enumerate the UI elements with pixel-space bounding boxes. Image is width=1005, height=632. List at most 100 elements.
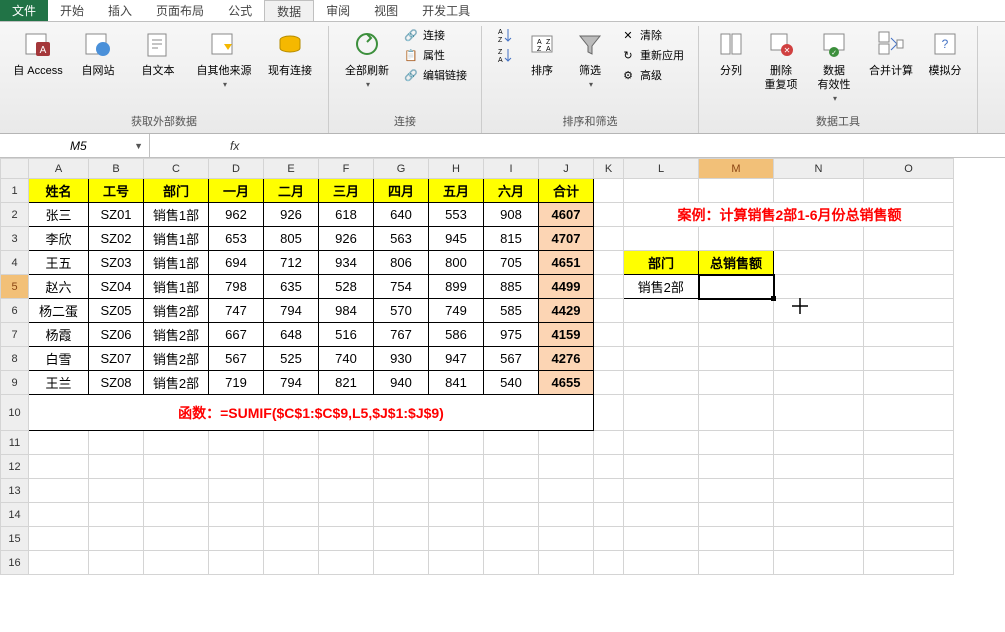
cell-E7[interactable]: 648 bbox=[264, 323, 319, 347]
cell-C11[interactable] bbox=[144, 431, 209, 455]
col-header-K[interactable]: K bbox=[594, 159, 624, 179]
formula-input[interactable] bbox=[247, 139, 1005, 153]
cell-L5[interactable]: 销售2部 bbox=[624, 275, 699, 299]
cell-A4[interactable]: 王五 bbox=[29, 251, 89, 275]
cell-F6[interactable]: 984 bbox=[319, 299, 374, 323]
cell-J16[interactable] bbox=[539, 551, 594, 575]
cell-G8[interactable]: 930 bbox=[374, 347, 429, 371]
cell-G16[interactable] bbox=[374, 551, 429, 575]
cell-N16[interactable] bbox=[774, 551, 864, 575]
cell-F1[interactable]: 三月 bbox=[319, 179, 374, 203]
cell-D12[interactable] bbox=[209, 455, 264, 479]
cell-I5[interactable]: 885 bbox=[484, 275, 539, 299]
cell-J2[interactable]: 4607 bbox=[539, 203, 594, 227]
cell-H5[interactable]: 899 bbox=[429, 275, 484, 299]
cell-O4[interactable] bbox=[864, 251, 954, 275]
cell-G12[interactable] bbox=[374, 455, 429, 479]
col-header-J[interactable]: J bbox=[539, 159, 594, 179]
cell-K4[interactable] bbox=[594, 251, 624, 275]
cell-O10[interactable] bbox=[864, 395, 954, 431]
cell-B4[interactable]: SZ03 bbox=[89, 251, 144, 275]
cell-K16[interactable] bbox=[594, 551, 624, 575]
cell-C12[interactable] bbox=[144, 455, 209, 479]
cell-A5[interactable]: 赵六 bbox=[29, 275, 89, 299]
cell-G1[interactable]: 四月 bbox=[374, 179, 429, 203]
cell-O1[interactable] bbox=[864, 179, 954, 203]
cell-J8[interactable]: 4276 bbox=[539, 347, 594, 371]
cell-M12[interactable] bbox=[699, 455, 774, 479]
cell-M13[interactable] bbox=[699, 479, 774, 503]
cell-G13[interactable] bbox=[374, 479, 429, 503]
cell-I11[interactable] bbox=[484, 431, 539, 455]
cell-E6[interactable]: 794 bbox=[264, 299, 319, 323]
cell-D2[interactable]: 962 bbox=[209, 203, 264, 227]
cell-F14[interactable] bbox=[319, 503, 374, 527]
advanced-filter-button[interactable]: ⚙高级 bbox=[616, 66, 688, 84]
cell-K12[interactable] bbox=[594, 455, 624, 479]
cell-D9[interactable]: 719 bbox=[209, 371, 264, 395]
tab-layout[interactable]: 页面布局 bbox=[144, 0, 216, 21]
cell-M5[interactable] bbox=[699, 275, 774, 299]
existing-conn-button[interactable]: 现有连接 bbox=[262, 26, 318, 80]
cell-N4[interactable] bbox=[774, 251, 864, 275]
from-access-button[interactable]: A 自 Access bbox=[10, 26, 66, 80]
cell-I2[interactable]: 908 bbox=[484, 203, 539, 227]
cell-O5[interactable] bbox=[864, 275, 954, 299]
cell-L10[interactable] bbox=[624, 395, 699, 431]
cell-H16[interactable] bbox=[429, 551, 484, 575]
cell-N15[interactable] bbox=[774, 527, 864, 551]
cell-L2[interactable]: 案例：计算销售2部1-6月份总销售额 bbox=[624, 203, 954, 227]
cell-I6[interactable]: 585 bbox=[484, 299, 539, 323]
cell-N11[interactable] bbox=[774, 431, 864, 455]
sort-asc-button[interactable]: AZ bbox=[492, 26, 516, 44]
cell-D14[interactable] bbox=[209, 503, 264, 527]
cell-B16[interactable] bbox=[89, 551, 144, 575]
cell-J6[interactable]: 4429 bbox=[539, 299, 594, 323]
cell-A14[interactable] bbox=[29, 503, 89, 527]
cell-B12[interactable] bbox=[89, 455, 144, 479]
cell-I16[interactable] bbox=[484, 551, 539, 575]
cell-H7[interactable]: 586 bbox=[429, 323, 484, 347]
cell-M4[interactable]: 总销售额 bbox=[699, 251, 774, 275]
cell-J7[interactable]: 4159 bbox=[539, 323, 594, 347]
cell-G14[interactable] bbox=[374, 503, 429, 527]
cell-O7[interactable] bbox=[864, 323, 954, 347]
spreadsheet-grid[interactable]: ABCDEFGHIJKLMNO1姓名工号部门一月二月三月四月五月六月合计2张三S… bbox=[0, 158, 1005, 632]
cell-F5[interactable]: 528 bbox=[319, 275, 374, 299]
cell-K13[interactable] bbox=[594, 479, 624, 503]
cell-J4[interactable]: 4651 bbox=[539, 251, 594, 275]
cell-A9[interactable]: 王兰 bbox=[29, 371, 89, 395]
cell-M7[interactable] bbox=[699, 323, 774, 347]
cell-E14[interactable] bbox=[264, 503, 319, 527]
cell-L4[interactable]: 部门 bbox=[624, 251, 699, 275]
cell-J3[interactable]: 4707 bbox=[539, 227, 594, 251]
clear-filter-button[interactable]: ✕清除 bbox=[616, 26, 688, 44]
cell-N13[interactable] bbox=[774, 479, 864, 503]
cell-C13[interactable] bbox=[144, 479, 209, 503]
cell-K1[interactable] bbox=[594, 179, 624, 203]
cell-B3[interactable]: SZ02 bbox=[89, 227, 144, 251]
cell-N8[interactable] bbox=[774, 347, 864, 371]
from-web-button[interactable]: 自网站 bbox=[70, 26, 126, 80]
cell-A16[interactable] bbox=[29, 551, 89, 575]
row-header-2[interactable]: 2 bbox=[1, 203, 29, 227]
cell-M16[interactable] bbox=[699, 551, 774, 575]
col-header-N[interactable]: N bbox=[774, 159, 864, 179]
cell-K8[interactable] bbox=[594, 347, 624, 371]
cell-N7[interactable] bbox=[774, 323, 864, 347]
cell-B11[interactable] bbox=[89, 431, 144, 455]
cell-N12[interactable] bbox=[774, 455, 864, 479]
cell-L15[interactable] bbox=[624, 527, 699, 551]
cell-A12[interactable] bbox=[29, 455, 89, 479]
cell-D4[interactable]: 694 bbox=[209, 251, 264, 275]
from-other-button[interactable]: 自其他来源▾ bbox=[190, 26, 258, 94]
cell-F3[interactable]: 926 bbox=[319, 227, 374, 251]
cell-F15[interactable] bbox=[319, 527, 374, 551]
cell-L14[interactable] bbox=[624, 503, 699, 527]
cell-E4[interactable]: 712 bbox=[264, 251, 319, 275]
text-to-columns-button[interactable]: 分列 bbox=[709, 26, 753, 80]
cell-C4[interactable]: 销售1部 bbox=[144, 251, 209, 275]
cell-J5[interactable]: 4499 bbox=[539, 275, 594, 299]
cell-A15[interactable] bbox=[29, 527, 89, 551]
cell-M6[interactable] bbox=[699, 299, 774, 323]
